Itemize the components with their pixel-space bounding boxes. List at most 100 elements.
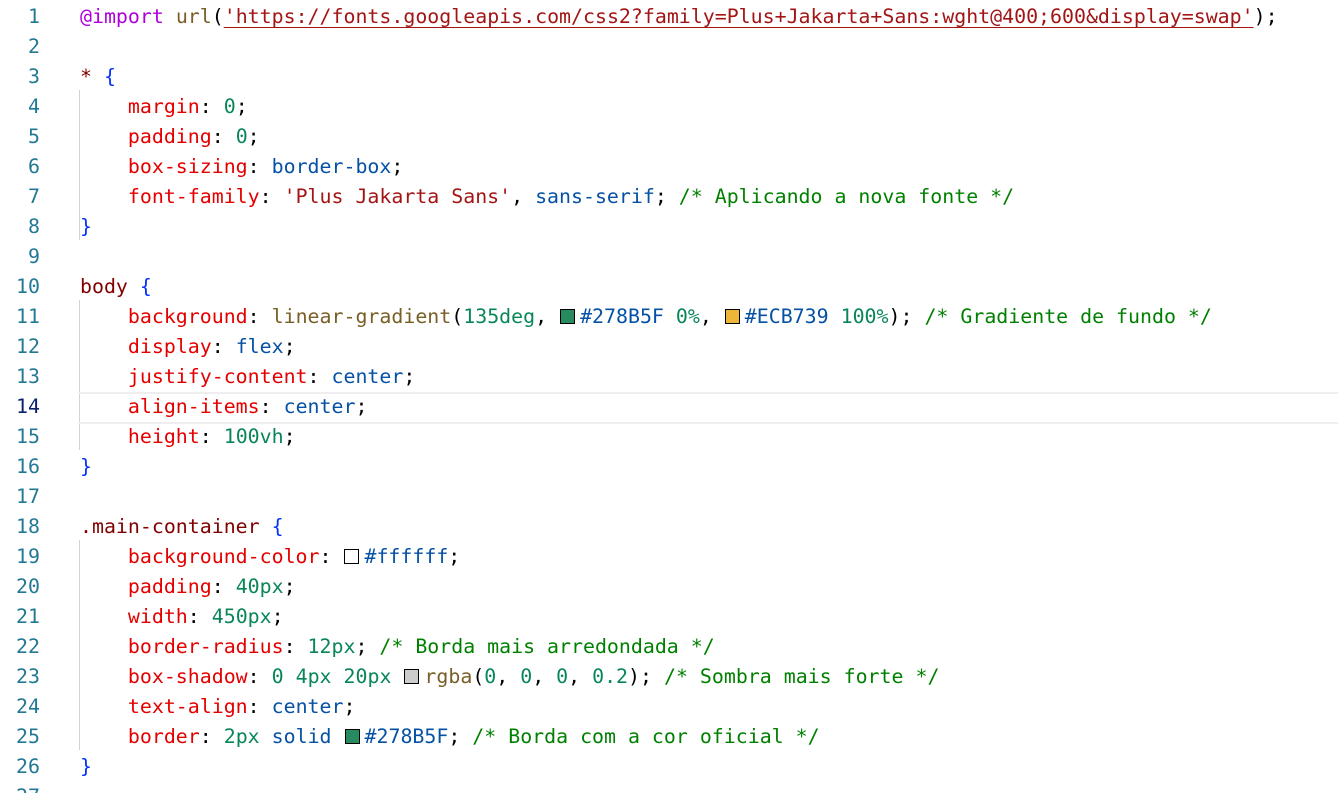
code-line[interactable]: 3 * { [0,62,1338,92]
code-line[interactable]: 5 padding: 0; [0,122,1338,152]
code-line[interactable]: 27 [0,782,1338,793]
code-token: , [511,185,536,208]
code-token: 12px [307,635,356,658]
code-token: padding [127,575,212,598]
code-text: margin: 0; [80,95,248,119]
line-number: 17 [16,485,40,508]
code-token: : [247,665,272,688]
code-text: width: 450px; [80,605,284,629]
line-number: 19 [16,545,40,568]
code-token: : [211,335,236,358]
code-token: ; [283,425,296,448]
code-line[interactable]: 6 box-sizing: border-box; [0,152,1338,182]
code-line[interactable]: 1 @import url('https://fonts.googleapis.c… [0,2,1338,32]
code-token: ( [451,305,464,328]
color-swatch-icon[interactable] [560,309,576,324]
code-line[interactable]: 11 background: linear-gradient(135deg, #… [0,302,1338,332]
color-swatch-icon[interactable] [404,669,420,684]
line-number: 2 [28,35,40,58]
code-token: , [699,305,724,328]
code-token: flex [235,335,284,358]
code-token: height [127,425,200,448]
code-line[interactable]: 17 [0,482,1338,512]
code-line[interactable]: 12 display: flex; [0,332,1338,362]
code-line[interactable]: 10 body { [0,272,1338,302]
code-line[interactable]: 24 text-align: center; [0,692,1338,722]
code-token: @import [80,5,164,28]
code-token: : [199,425,224,448]
color-swatch-icon[interactable] [724,309,740,324]
code-text: border-radius: 12px; /* Borda mais arred… [80,635,715,659]
code-line[interactable]: 9 [0,242,1338,272]
code-token: center [331,365,404,388]
code-line[interactable]: 2 [0,32,1338,62]
code-line[interactable]: 8} [0,212,1338,242]
code-token: font-family [127,185,260,208]
code-line[interactable]: 20 padding: 40px; [0,572,1338,602]
code-token: body [80,275,128,298]
code-token: text-align [127,695,248,718]
line-number: 5 [28,125,40,148]
code-text: background: linear-gradient(135deg, #278… [80,305,1212,329]
line-number: 20 [16,575,40,598]
line-number: 4 [28,95,40,118]
code-token: solid [271,725,332,748]
code-token: : [199,725,224,748]
code-token: /* Borda mais arredondada */ [379,635,715,658]
code-text: background-color: #ffffff; [80,545,460,569]
code-token: : [247,155,272,178]
code-line[interactable]: 26} [0,752,1338,782]
code-text: .main-container { [80,515,284,539]
color-swatch-icon[interactable] [344,549,360,564]
code-line[interactable]: 18 .main-container { [0,512,1338,542]
code-line[interactable]: 15 height: 100vh; [0,422,1338,452]
code-token: border-box [271,155,392,178]
line-number: 15 [16,425,40,448]
code-token: { [103,65,116,88]
line-number: 18 [16,515,40,538]
code-token: ; [654,185,679,208]
code-token: 0 [520,665,533,688]
code-token: * [80,65,92,88]
code-token: : [283,635,308,658]
code-token: ; [355,395,368,418]
code-token: box-sizing [127,155,248,178]
code-token: 0 [271,665,284,688]
color-swatch-icon[interactable] [344,729,360,744]
code-token: linear-gradient [271,305,452,328]
code-token: 0 [556,665,569,688]
code-token: padding [127,125,212,148]
code-text: justify-content: center; [80,365,415,389]
code-token: #ECB739 [744,305,829,328]
line-number: 23 [16,665,40,688]
code-token: ; [343,695,356,718]
code-text: body { [80,275,152,299]
code-token: .main-container [80,515,260,538]
code-token: ; [355,635,380,658]
code-token: ; [271,605,284,628]
line-number: 21 [16,605,40,628]
code-line[interactable]: 13 justify-content: center; [0,362,1338,392]
code-line[interactable]: 14 align-items: center; [0,392,1338,424]
code-line[interactable]: 22 border-radius: 12px; /* Borda mais ar… [0,632,1338,662]
code-editor[interactable]: 1 @import url('https://fonts.googleapis.c… [0,0,1338,793]
line-number: 1 [28,5,40,28]
code-line[interactable]: 23 box-shadow: 0 4px 20px rgba(0, 0, 0, … [0,662,1338,692]
code-line[interactable]: 16} [0,452,1338,482]
code-line[interactable]: 4 margin: 0; [0,92,1338,122]
code-line[interactable]: 19 background-color: #ffffff; [0,542,1338,572]
code-token: sans-serif [535,185,655,208]
line-number: 26 [16,755,40,778]
code-line[interactable]: 25 border: 2px solid #278B5F; /* Borda c… [0,722,1338,752]
code-line[interactable]: 21 width: 450px; [0,602,1338,632]
code-line[interactable]: 7 font-family: 'Plus Jakarta Sans', sans… [0,182,1338,212]
line-number: 7 [28,185,40,208]
